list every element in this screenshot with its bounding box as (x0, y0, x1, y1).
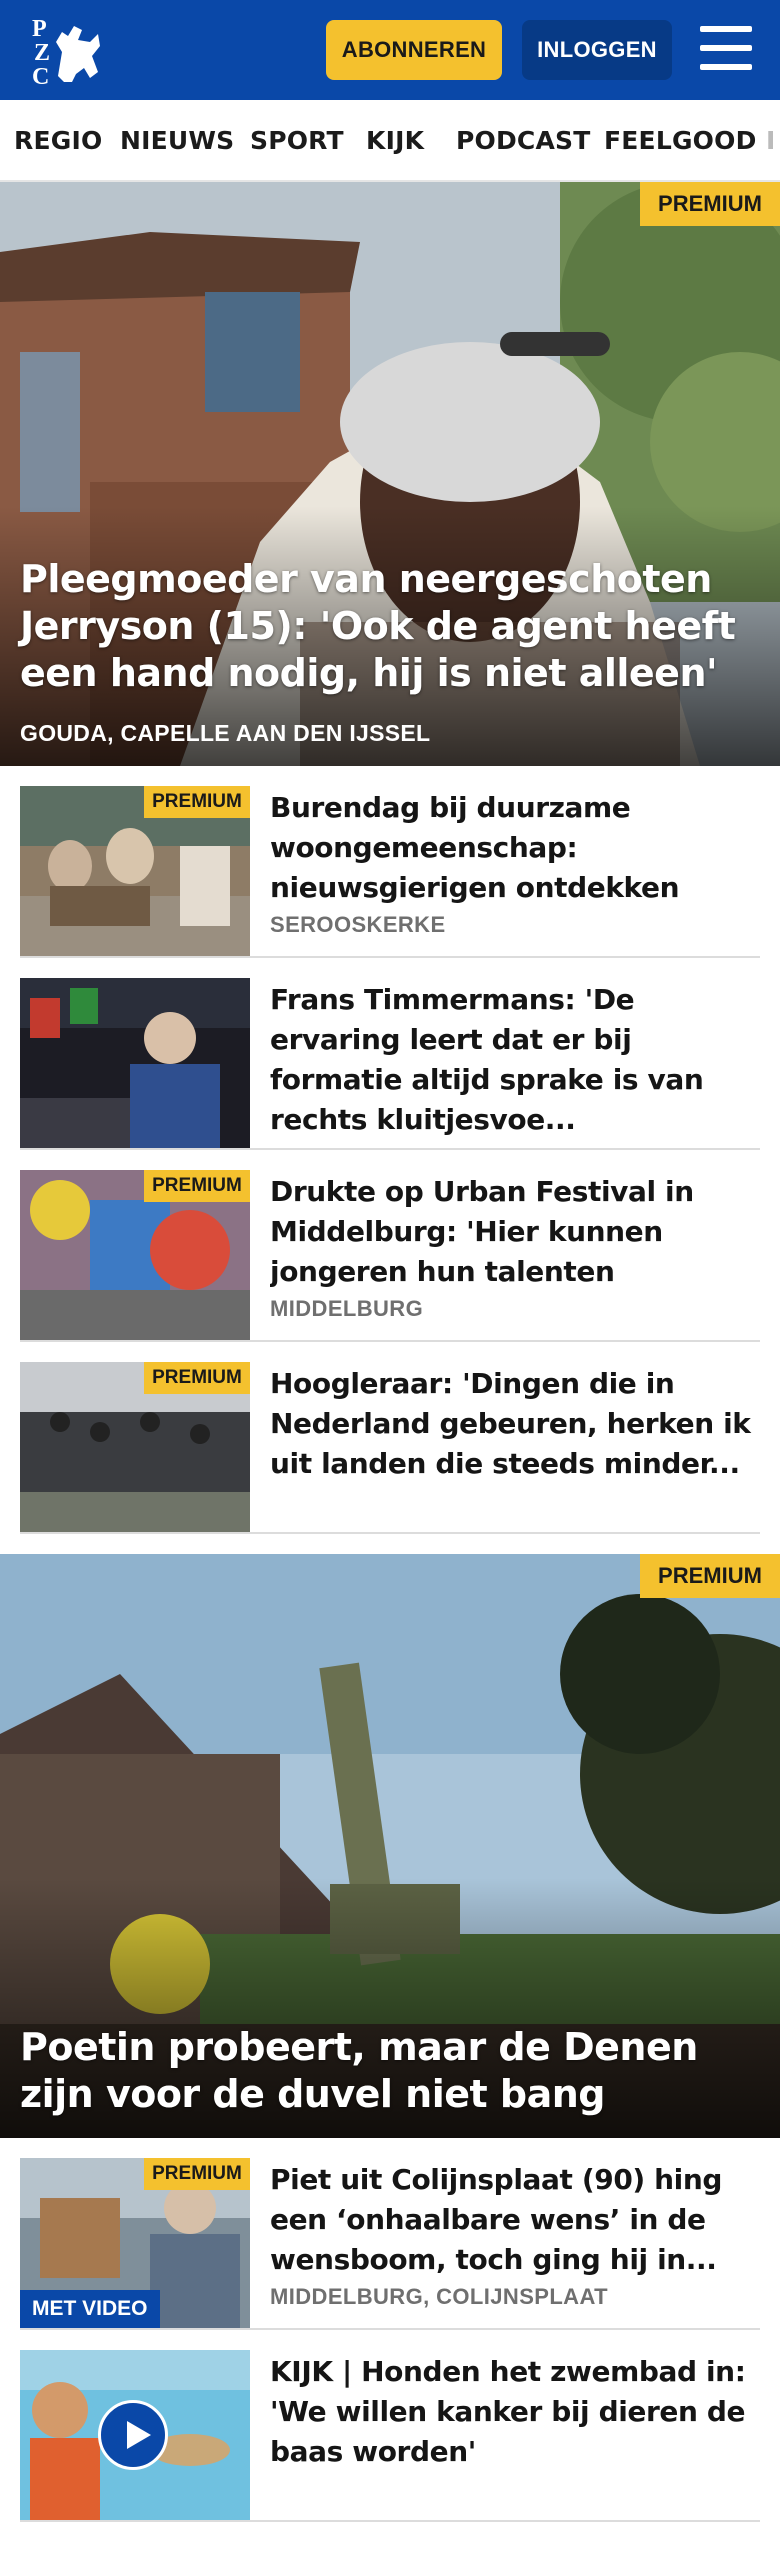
pzc-logo[interactable]: P Z C (28, 12, 112, 90)
nav-item-podcast[interactable]: PODCAST (456, 126, 590, 155)
article-thumbnail (20, 2350, 250, 2520)
nav-item-regio[interactable]: REGIO (14, 126, 102, 155)
list-item[interactable]: KIJK | Honden het zwembad in: 'We willen… (20, 2330, 760, 2522)
login-button[interactable]: INLOGGEN (522, 20, 672, 80)
nav-item-sport[interactable]: SPORT (250, 126, 344, 155)
list-item[interactable]: Frans Timmermans: 'De ervaring leert dat… (20, 958, 760, 1150)
section-nav: REGIO NIEUWS SPORT KIJK PODCAST FEELGOOD… (0, 100, 780, 182)
premium-badge: PREMIUM (144, 786, 250, 818)
video-badge: MET VIDEO (20, 2290, 160, 2328)
logo-letter-c: C (32, 64, 49, 88)
premium-badge: PREMIUM (640, 182, 780, 226)
article-thumbnail: PREMIUM (20, 786, 250, 956)
article-location: MIDDELBURG, COLIJNSPLAAT (270, 2284, 608, 2309)
article-thumbnail: PREMIUM (20, 1362, 250, 1532)
nav-item-feelgood[interactable]: FEELGOOD (604, 126, 757, 155)
hero-article-1[interactable]: PREMIUM Pleegmoeder van neergeschoten Je… (0, 182, 780, 766)
premium-badge: PREMIUM (144, 1362, 250, 1394)
list-item[interactable]: PREMIUM Drukte op Urban Festival in Midd… (20, 1150, 760, 1342)
article-thumbnail: PREMIUM MET VIDEO (20, 2158, 250, 2328)
logo-letter-p: P (32, 16, 47, 42)
article-thumbnail (20, 978, 250, 1148)
site-header: P Z C ABONNEREN INLOGGEN (0, 0, 780, 100)
article-thumbnail: PREMIUM (20, 1170, 250, 1340)
article-headline[interactable]: Hoogleraar: 'Dingen die in Nederland geb… (270, 1364, 760, 1484)
lion-emblem-icon (56, 26, 100, 82)
play-video-icon[interactable] (98, 2400, 168, 2470)
article-headline[interactable]: Burendag bij duurzame woongemeenschap: n… (270, 788, 760, 908)
article-headline[interactable]: Frans Timmermans: 'De ervaring leert dat… (270, 980, 760, 1140)
hero-headline[interactable]: Poetin probeert, maar de Denen zijn voor… (20, 2024, 760, 2118)
hamburger-menu-icon[interactable] (700, 24, 752, 72)
premium-badge: PREMIUM (144, 2158, 250, 2190)
subscribe-button[interactable]: ABONNEREN (326, 20, 502, 80)
premium-badge: PREMIUM (144, 1170, 250, 1202)
hero-headline[interactable]: Pleegmoeder van neergeschoten Jerryson (… (20, 556, 760, 697)
article-headline[interactable]: Drukte op Urban Festival in Middelburg: … (270, 1172, 760, 1292)
logo-letter-z: Z (34, 40, 50, 66)
hero-article-2[interactable]: PREMIUM Poetin probeert, maar de Denen z… (0, 1554, 780, 2138)
nav-item-kijk[interactable]: KIJK (366, 126, 424, 155)
article-location: SEROOSKERKE (270, 912, 446, 937)
nav-item-nieuws[interactable]: NIEUWS (120, 126, 234, 155)
article-headline[interactable]: KIJK | Honden het zwembad in: 'We willen… (270, 2352, 760, 2472)
article-headline[interactable]: Piet uit Colijnsplaat (90) hing een ‘onh… (270, 2160, 760, 2280)
list-item[interactable]: PREMIUM MET VIDEO Piet uit Colijnsplaat … (20, 2138, 760, 2330)
article-location: MIDDELBURG (270, 1296, 424, 1321)
list-item[interactable]: PREMIUM Hoogleraar: 'Dingen die in Neder… (20, 1342, 760, 1534)
nav-item-overflow[interactable]: I (766, 126, 776, 155)
list-item[interactable]: PREMIUM Burendag bij duurzame woongemeen… (20, 766, 760, 958)
premium-badge: PREMIUM (640, 1554, 780, 1598)
hero-location: GOUDA, CAPELLE AAN DEN IJSSEL (20, 720, 431, 746)
